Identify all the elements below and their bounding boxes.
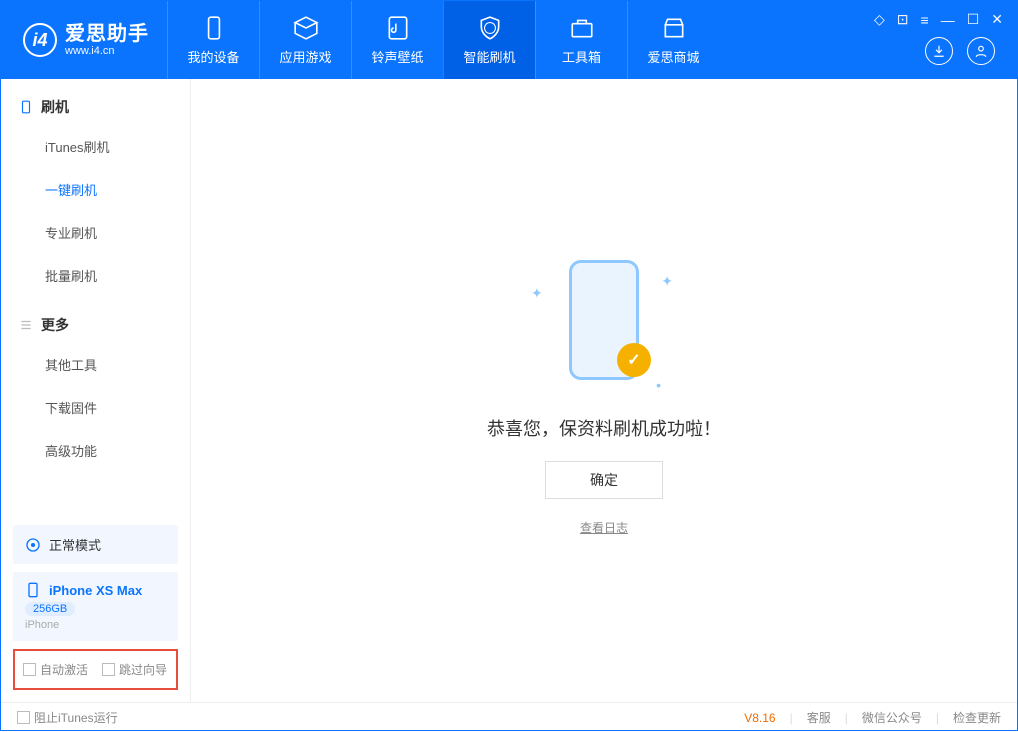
check-icon: ✓ [617,343,651,377]
success-message: 恭喜您，保资料刷机成功啦！ [487,415,721,441]
nav-apps-games[interactable]: 应用游戏 [259,1,351,79]
nav-label: 爱思商城 [647,47,699,66]
menu-icon[interactable]: ≡ [921,12,929,28]
sidebar-item-advanced[interactable]: 高级功能 [1,429,190,472]
nav-label: 工具箱 [562,47,601,66]
sidebar-item-pro-flash[interactable]: 专业刷机 [1,211,190,254]
sidebar-section-flash: 刷机 [1,79,190,125]
view-log-link[interactable]: 查看日志 [580,519,628,536]
device-storage-badge: 256GB [25,602,75,616]
main-panel: ✦ ✦ • ✓ 恭喜您，保资料刷机成功啦！ 确定 查看日志 [191,79,1017,702]
device-icon [25,582,41,598]
sidebar-item-oneclick-flash[interactable]: 一键刷机 [1,168,190,211]
status-bar: 阻止iTunes运行 V8.16 | 客服 | 微信公众号 | 检查更新 [1,702,1017,732]
block-itunes-checkbox[interactable]: 阻止iTunes运行 [17,709,118,726]
spark-icon: ✦ [661,273,673,290]
sidebar-section-title: 刷机 [41,97,69,117]
device-mode-card[interactable]: 正常模式 [13,525,178,564]
ok-button[interactable]: 确定 [545,461,663,499]
top-nav: 我的设备 应用游戏 铃声壁纸 智能刷机 工具箱 爱思商城 [167,1,719,79]
device-area: 正常模式 iPhone XS Max 256GB iPhone 自动激活 跳过向… [1,517,190,702]
nav-label: 智能刷机 [463,47,515,66]
footer-link-support[interactable]: 客服 [807,709,831,726]
checkbox-label: 自动激活 [40,661,88,678]
spark-icon: • [656,377,661,393]
minimize-button[interactable]: — [941,12,955,28]
app-header: i4 爱思助手 www.i4.cn 我的设备 应用游戏 铃声壁纸 智能刷机 工具… [1,1,1017,79]
checkbox-icon [17,711,30,724]
skip-guide-checkbox[interactable]: 跳过向导 [102,661,167,678]
nav-ringtones-wallpapers[interactable]: 铃声壁纸 [351,1,443,79]
checkbox-label: 阻止iTunes运行 [34,709,118,726]
titlebar-controls: ◇ ⊡ ≡ — ☐ ✕ [874,11,1003,28]
sidebar-item-other-tools[interactable]: 其他工具 [1,343,190,386]
sidebar-item-download-firmware[interactable]: 下载固件 [1,386,190,429]
spark-icon: ✦ [531,285,543,302]
sidebar-item-batch-flash[interactable]: 批量刷机 [1,254,190,297]
phone-icon [19,100,33,114]
footer-link-update[interactable]: 检查更新 [953,709,1001,726]
shirt-icon[interactable]: ◇ [874,11,885,28]
nav-shop[interactable]: 爱思商城 [627,1,719,79]
nav-toolbox[interactable]: 工具箱 [535,1,627,79]
device-info-card[interactable]: iPhone XS Max 256GB iPhone [13,572,178,641]
maximize-button[interactable]: ☐ [967,11,980,28]
nav-label: 应用游戏 [279,47,331,66]
sidebar-section-more: 更多 [1,297,190,343]
nav-label: 我的设备 [187,47,239,66]
flash-options-box: 自动激活 跳过向导 [13,649,178,690]
nav-my-device[interactable]: 我的设备 [167,1,259,79]
mode-icon [25,537,41,553]
feedback-icon[interactable]: ⊡ [897,11,909,28]
header-action-icons [925,37,995,65]
app-name: 爱思助手 [65,23,149,45]
sidebar: 刷机 iTunes刷机 一键刷机 专业刷机 批量刷机 更多 其他工具 下载固件 … [1,79,191,702]
list-icon [19,318,33,332]
nav-label: 铃声壁纸 [371,47,423,66]
checkbox-label: 跳过向导 [119,661,167,678]
app-url: www.i4.cn [65,45,149,57]
logo-icon: i4 [23,23,57,57]
user-icon[interactable] [967,37,995,65]
download-icon[interactable] [925,37,953,65]
device-type: iPhone [25,619,166,631]
auto-activate-checkbox[interactable]: 自动激活 [23,661,88,678]
close-button[interactable]: ✕ [991,11,1003,28]
device-mode-label: 正常模式 [49,535,101,554]
success-illustration: ✦ ✦ • ✓ [529,245,679,395]
sidebar-section-title: 更多 [41,315,69,335]
checkbox-icon [102,663,115,676]
footer-link-wechat[interactable]: 微信公众号 [862,709,922,726]
device-name: iPhone XS Max [49,583,142,598]
nav-smart-flash[interactable]: 智能刷机 [443,1,535,79]
version-label: V8.16 [744,711,775,725]
logo-area: i4 爱思助手 www.i4.cn [1,1,167,79]
checkbox-icon [23,663,36,676]
sidebar-item-itunes-flash[interactable]: iTunes刷机 [1,125,190,168]
